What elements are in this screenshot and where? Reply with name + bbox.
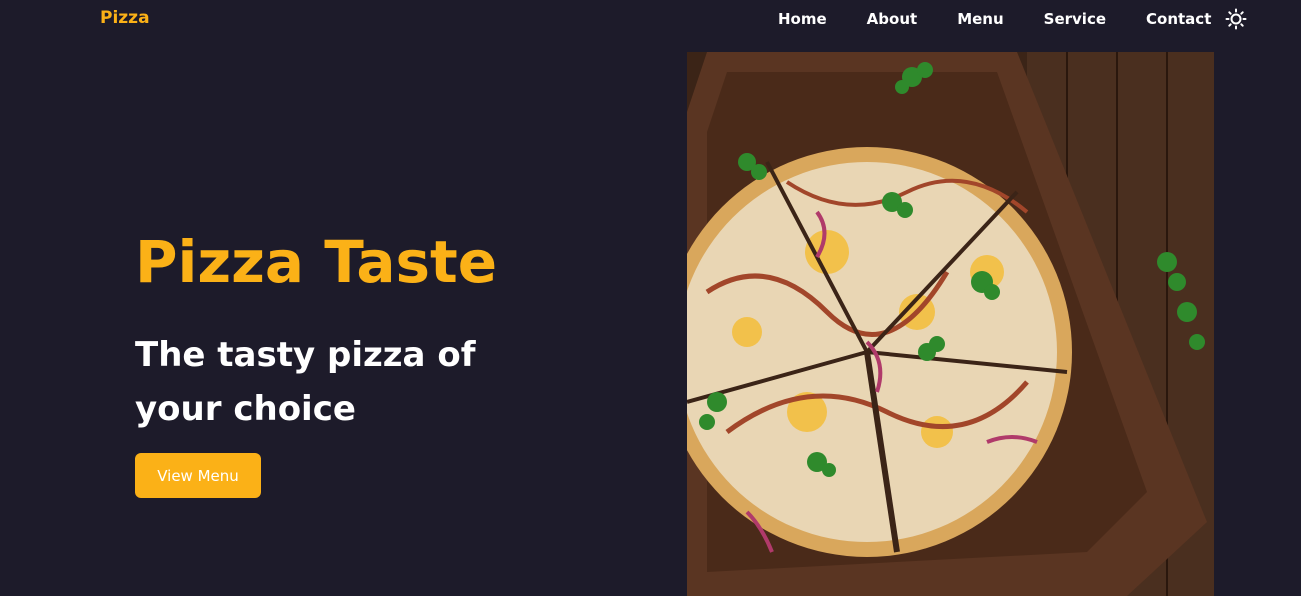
brand-logo[interactable]: Pizza bbox=[100, 8, 150, 28]
sun-icon[interactable] bbox=[1225, 8, 1247, 30]
pizza-illustration bbox=[687, 52, 1214, 596]
nav-links: Home About Menu Service Contact bbox=[778, 10, 1211, 28]
hero-title: Pizza Taste bbox=[135, 228, 498, 296]
hero-subtitle: The tasty pizza of your choice bbox=[135, 335, 476, 429]
nav-link-menu[interactable]: Menu bbox=[957, 10, 1003, 28]
view-menu-button[interactable]: View Menu bbox=[135, 453, 261, 498]
pizza-image bbox=[687, 52, 1214, 596]
nav-link-contact[interactable]: Contact bbox=[1146, 10, 1211, 28]
nav-link-about[interactable]: About bbox=[867, 10, 918, 28]
nav-link-service[interactable]: Service bbox=[1044, 10, 1106, 28]
top-navbar: Pizza Home About Menu Service Contact bbox=[0, 0, 1301, 40]
nav-link-home[interactable]: Home bbox=[778, 10, 827, 28]
